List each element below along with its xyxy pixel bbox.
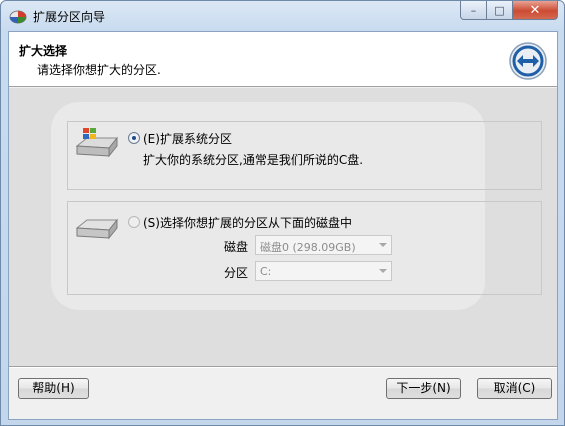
minimize-icon: –: [470, 3, 477, 17]
app-icon: [9, 10, 27, 24]
wizard-client-area: 扩大选择 请选择你想扩大的分区. (E)扩展系统分区 扩大你的系统分区,通常是我…: [8, 31, 558, 420]
options-area: (E)扩展系统分区 扩大你的系统分区,通常是我们所说的C盘. (S)选择你想扩展…: [9, 88, 557, 366]
system-partition-description: 扩大你的系统分区,通常是我们所说的C盘.: [143, 153, 364, 167]
partition-select-value: C:: [260, 265, 272, 278]
windows-drive-icon: [75, 128, 119, 158]
chevron-down-icon: [379, 243, 387, 247]
chevron-down-icon: [379, 269, 387, 273]
system-partition-label[interactable]: (E)扩展系统分区: [143, 130, 232, 147]
help-button[interactable]: 帮助(H): [18, 378, 89, 399]
maximize-button[interactable]: □: [487, 1, 513, 20]
partition-wizard-logo-icon: [509, 42, 547, 80]
cancel-button[interactable]: 取消(C): [477, 378, 552, 399]
minimize-button[interactable]: –: [460, 1, 487, 20]
wizard-window: 扩展分区向导 – □ ✕ 扩大选择 请选择你想扩大的分区. (E)扩展系统分区 …: [0, 0, 565, 426]
maximize-icon: □: [494, 3, 505, 17]
disk-label: 磁盘: [224, 240, 249, 254]
page-title: 扩大选择: [19, 44, 68, 58]
wizard-header: 扩大选择 请选择你想扩大的分区.: [9, 32, 557, 87]
window-controls: – □ ✕: [460, 1, 558, 21]
choose-partition-radio[interactable]: [128, 216, 140, 228]
system-partition-radio[interactable]: [128, 132, 140, 144]
title-bar[interactable]: 扩展分区向导 – □ ✕: [1, 1, 564, 31]
choose-partition-label[interactable]: (S)选择你想扩展的分区从下面的磁盘中: [143, 214, 352, 231]
page-subtitle: 请选择你想扩大的分区.: [37, 63, 161, 77]
disk-select[interactable]: 磁盘0 (298.09GB): [255, 235, 392, 255]
partition-select[interactable]: C:: [255, 261, 392, 281]
window-title: 扩展分区向导: [33, 10, 106, 24]
disk-select-value: 磁盘0 (298.09GB): [260, 241, 356, 254]
partition-label: 分区: [224, 266, 249, 280]
hard-drive-icon: [75, 218, 119, 240]
next-button[interactable]: 下一步(N): [386, 378, 461, 399]
close-icon: ✕: [529, 2, 541, 18]
footer-divider-highlight: [9, 367, 557, 368]
close-button[interactable]: ✕: [513, 1, 558, 20]
